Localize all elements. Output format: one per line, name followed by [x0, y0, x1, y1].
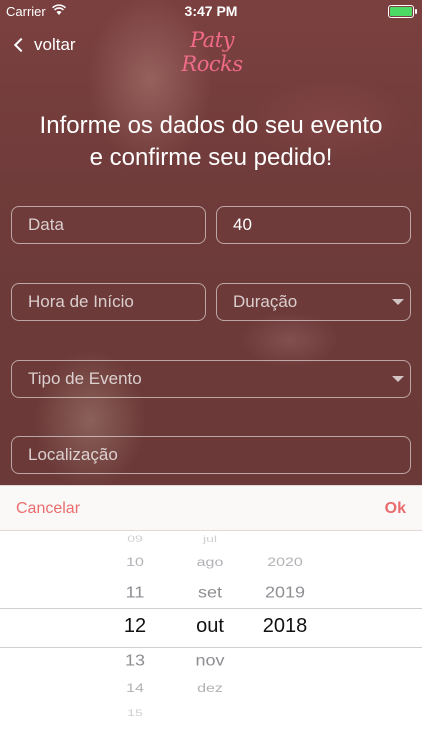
location-field[interactable]: Localização [11, 436, 411, 474]
picker-toolbar: Cancelar Ok [0, 485, 422, 531]
date-field[interactable]: Data [11, 206, 206, 244]
picker-year-option[interactable]: 2018 [245, 616, 325, 636]
picker-day-option[interactable]: 12 [95, 616, 175, 636]
date-picker-wheel[interactable]: 09 10 11 12 13 14 15 jul ago set out nov dez 2020 20… [0, 531, 422, 750]
picker-day-option[interactable]: 15 [95, 709, 175, 718]
ok-button[interactable]: Ok [385, 500, 406, 518]
location-placeholder: Localização [28, 445, 118, 464]
picker-day-option[interactable]: 13 [95, 652, 175, 668]
picker-day-option[interactable]: 11 [95, 584, 175, 600]
picker-month-option[interactable]: jul [170, 535, 250, 544]
picker-year-option[interactable]: 2020 [245, 557, 325, 569]
chevron-left-icon [13, 37, 29, 53]
brand-logo: Paty Rocks [181, 28, 243, 76]
start-time-placeholder: Hora de Início [28, 292, 134, 311]
picker-month-option[interactable]: ago [170, 557, 250, 569]
title-line-2: e confirme seu pedido! [89, 144, 333, 171]
guests-field[interactable]: 40 [216, 206, 411, 244]
picker-day-option[interactable]: 14 [95, 683, 175, 695]
year-column[interactable]: 2020 2019 2018 [245, 531, 325, 750]
guests-value: 40 [233, 215, 252, 234]
date-placeholder: Data [28, 215, 64, 234]
month-column[interactable]: jul ago set out nov dez [170, 531, 250, 750]
date-picker-sheet: Cancelar Ok 09 10 11 12 13 14 15 jul ago set out n… [0, 485, 422, 750]
cancel-button[interactable]: Cancelar [16, 500, 80, 518]
event-type-select[interactable]: Tipo de Evento [11, 360, 411, 398]
picker-month-option[interactable]: set [170, 584, 250, 600]
picker-month-option[interactable]: dez [170, 683, 250, 695]
picker-month-option[interactable]: nov [170, 652, 250, 668]
picker-year-option[interactable]: 2019 [245, 584, 325, 600]
back-label: voltar [34, 35, 76, 54]
picker-day-option[interactable]: 10 [95, 557, 175, 569]
title-line-1: Informe os dados do seu evento [39, 112, 383, 139]
event-type-placeholder: Tipo de Evento [28, 369, 142, 388]
duration-select[interactable]: Duração [216, 283, 411, 321]
battery-icon [388, 5, 417, 18]
picker-month-option[interactable]: out [170, 616, 250, 636]
day-column[interactable]: 09 10 11 12 13 14 15 [95, 531, 175, 750]
duration-placeholder: Duração [233, 292, 298, 311]
picker-day-option[interactable]: 09 [95, 535, 175, 544]
back-button[interactable]: voltar [13, 35, 76, 55]
status-bar: Carrier 3:47 PM [0, 0, 422, 22]
dropdown-arrow-icon [392, 299, 404, 305]
page-title: Informe os dados do seu evento e confirm… [0, 110, 422, 174]
clock: 3:47 PM [184, 3, 238, 19]
start-time-field[interactable]: Hora de Início [11, 283, 206, 321]
dropdown-arrow-icon [392, 376, 404, 382]
